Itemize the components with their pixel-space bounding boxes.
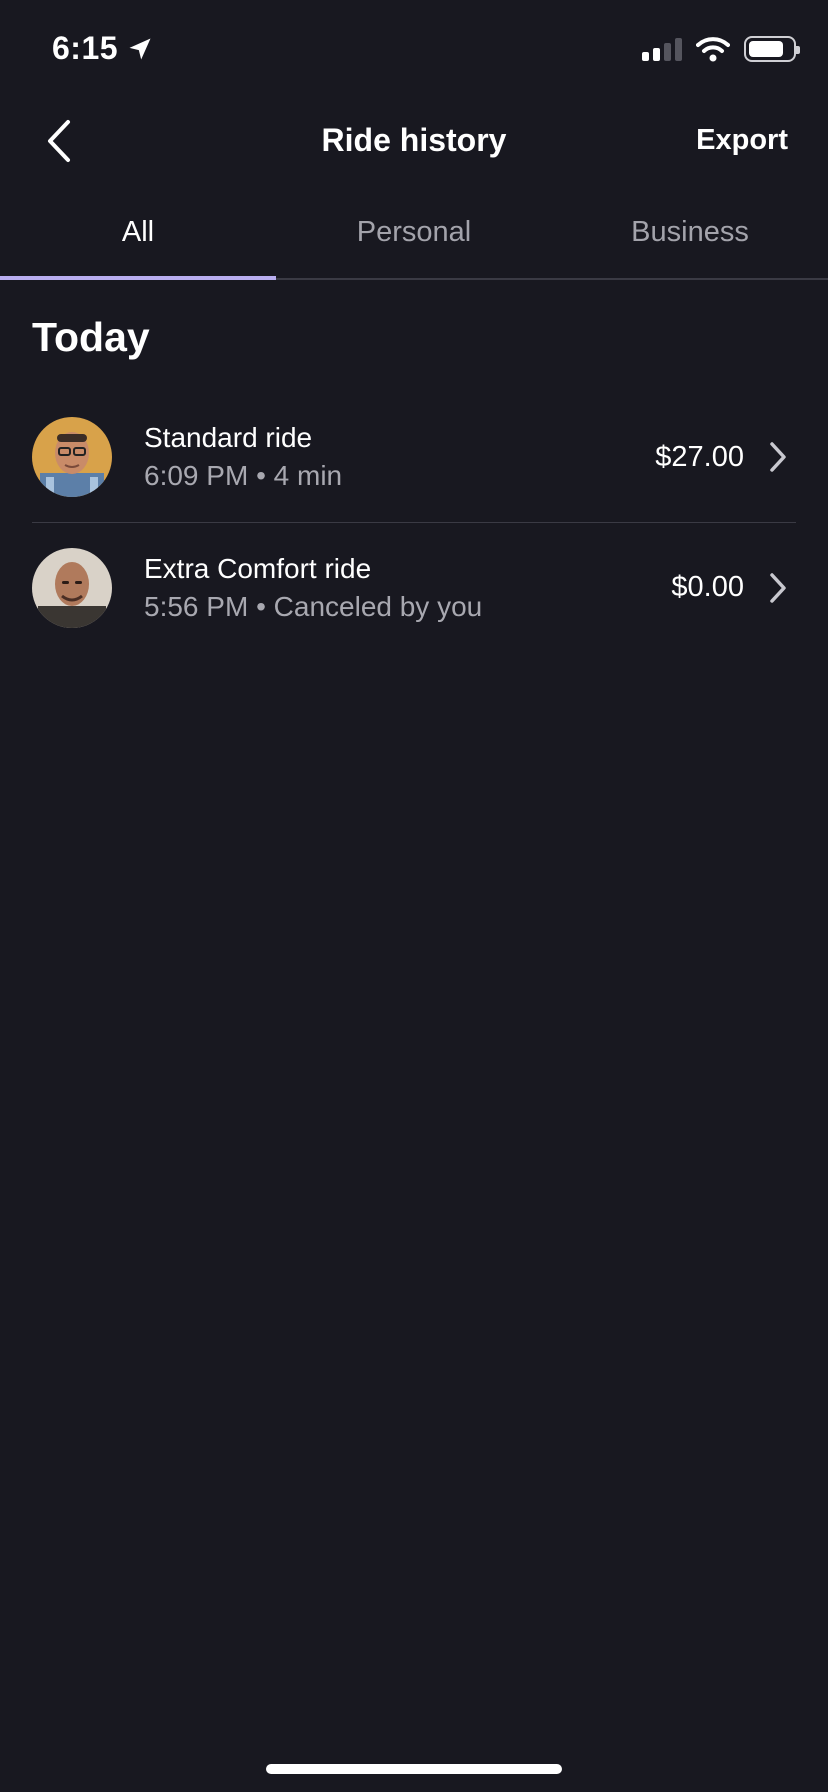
- section-title-today: Today: [32, 314, 150, 360]
- tab-business[interactable]: Business: [552, 200, 828, 278]
- status-time: 6:15: [52, 30, 154, 67]
- location-arrow-icon: [129, 38, 151, 59]
- filter-tabs: All Personal Business: [0, 200, 828, 280]
- ride-subtitle: 6:09 PM • 4 min: [144, 458, 655, 494]
- status-bar: 6:15: [0, 0, 828, 100]
- ride-time: 5:56 PM: [144, 590, 249, 622]
- ride-title: Extra Comfort ride: [144, 552, 372, 584]
- ride-subtitle: 5:56 PM • Canceled by you: [144, 589, 671, 625]
- ride-info: Extra Comfort ride 5:56 PM • Canceled by…: [144, 551, 671, 625]
- battery-icon: [744, 36, 800, 62]
- ride-time: 6:09 PM: [144, 460, 249, 491]
- ride-row[interactable]: Standard ride 6:09 PM • 4 min $27.00: [32, 392, 796, 522]
- status-icons: [642, 36, 800, 62]
- ride-price: $27.00: [655, 440, 744, 473]
- ride-row[interactable]: Extra Comfort ride 5:56 PM • Canceled by…: [32, 522, 796, 652]
- wifi-icon: [696, 37, 730, 62]
- ride-detail: Canceled by you: [273, 590, 483, 622]
- tab-all[interactable]: All: [0, 200, 276, 280]
- chevron-right-icon: [770, 442, 786, 472]
- tab-personal[interactable]: Personal: [276, 200, 552, 278]
- ride-price: $0.00: [671, 571, 744, 603]
- home-indicator[interactable]: [266, 1764, 562, 1774]
- chevron-right-icon: [770, 572, 786, 603]
- status-time-text: 6:15: [52, 30, 119, 66]
- driver-avatar: [32, 417, 112, 497]
- ride-detail: 4 min: [273, 460, 343, 491]
- nav-bar: Ride history Export: [0, 100, 828, 182]
- ride-title: Standard ride: [144, 422, 313, 453]
- separator-dot: •: [256, 590, 274, 622]
- ride-list: Standard ride 6:09 PM • 4 min $27.00 Ext…: [32, 392, 796, 652]
- export-button[interactable]: Export: [696, 124, 788, 157]
- cellular-signal-icon: [642, 37, 682, 61]
- ride-history-screen: 6:15 Ride history Export All Personal Bu…: [0, 0, 828, 1792]
- ride-info: Standard ride 6:09 PM • 4 min: [144, 420, 655, 494]
- driver-avatar: [32, 547, 112, 628]
- separator-dot: •: [256, 460, 274, 491]
